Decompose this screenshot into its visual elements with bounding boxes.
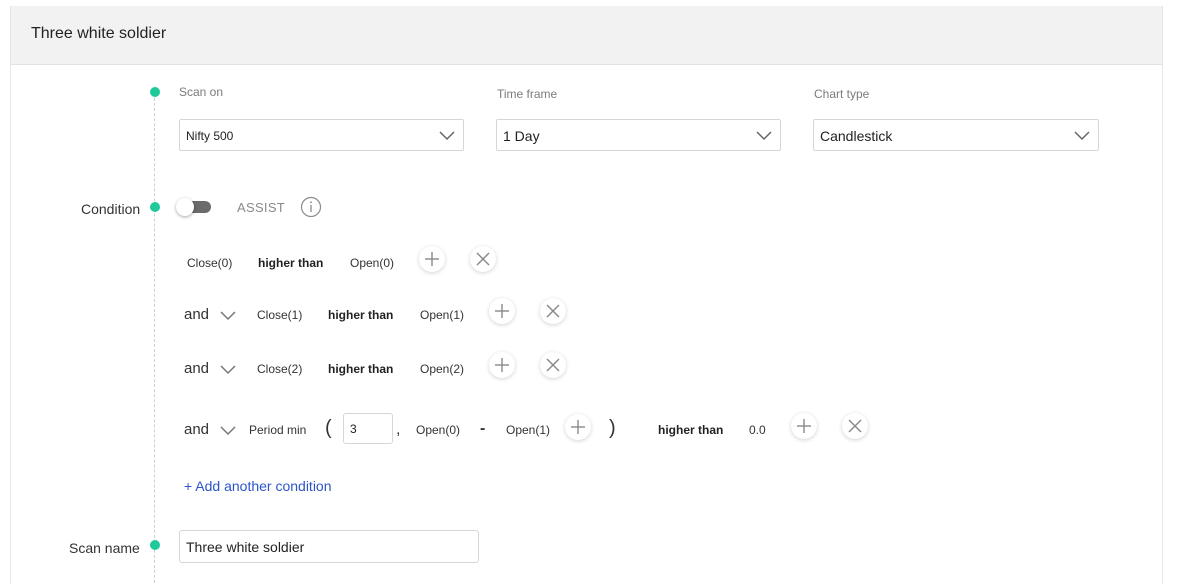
scan-title: Three white soldier xyxy=(31,25,167,42)
joiner-select[interactable]: and xyxy=(184,360,209,377)
remove-condition-button[interactable] xyxy=(842,413,868,439)
chevron-down-icon[interactable] xyxy=(220,363,236,375)
chevron-down-icon xyxy=(756,131,772,141)
panel-header: Three white soldier xyxy=(11,6,1162,65)
joiner-select[interactable]: and xyxy=(184,421,209,438)
close-icon xyxy=(848,419,862,433)
remove-condition-button[interactable] xyxy=(470,246,496,272)
add-term-button[interactable] xyxy=(791,413,817,439)
plus-icon xyxy=(495,358,509,372)
condition-operand[interactable]: Open(2) xyxy=(420,362,464,376)
period-input[interactable] xyxy=(343,413,393,444)
scan-on-select[interactable]: Nifty 500 xyxy=(179,119,464,151)
chevron-down-icon[interactable] xyxy=(220,424,236,436)
condition-operand[interactable]: Open(1) xyxy=(420,308,464,322)
timeline-line xyxy=(154,93,155,584)
add-term-button[interactable] xyxy=(489,352,515,378)
close-icon xyxy=(546,304,560,318)
chart-type-select[interactable]: Candlestick xyxy=(813,119,1099,151)
scan-on-value: Nifty 500 xyxy=(186,129,234,143)
plus-icon xyxy=(571,420,585,434)
timeline-dot-scan-name xyxy=(150,540,160,550)
timeline-dot-scan-on xyxy=(150,87,160,97)
function-name[interactable]: Period min xyxy=(249,423,306,437)
chevron-down-icon[interactable] xyxy=(220,309,236,321)
add-term-button[interactable] xyxy=(419,246,445,272)
joiner-select[interactable]: and xyxy=(184,306,209,323)
condition-operator[interactable]: higher than xyxy=(258,256,323,270)
comma-separator: , xyxy=(396,421,401,438)
scan-name-label: Scan name xyxy=(69,540,140,556)
plus-icon xyxy=(495,304,509,318)
condition-operand[interactable]: 0.0 xyxy=(749,423,766,437)
condition-operand[interactable]: Close(0) xyxy=(187,256,232,270)
condition-operator[interactable]: higher than xyxy=(328,362,393,376)
condition-operand[interactable]: Close(2) xyxy=(257,362,302,376)
condition-operator[interactable]: higher than xyxy=(658,423,723,437)
remove-condition-button[interactable] xyxy=(540,298,566,324)
add-term-button[interactable] xyxy=(565,414,591,440)
open-paren: ( xyxy=(325,417,332,439)
time-frame-value: 1 Day xyxy=(503,128,540,144)
plus-icon xyxy=(425,252,439,266)
add-condition-link[interactable]: + Add another condition xyxy=(184,478,332,494)
assist-label: ASSIST xyxy=(237,200,286,215)
scan-name-input[interactable] xyxy=(179,530,479,563)
time-frame-select[interactable]: 1 Day xyxy=(496,119,781,151)
plus-icon xyxy=(797,419,811,433)
info-icon[interactable] xyxy=(300,196,322,218)
timeline-dot-condition xyxy=(150,202,160,212)
toggle-knob xyxy=(176,198,194,216)
chart-type-value: Candlestick xyxy=(820,128,893,144)
condition-label: Condition xyxy=(81,201,141,217)
condition-operand[interactable]: Open(0) xyxy=(350,256,394,270)
scan-on-label: Scan on xyxy=(179,85,224,99)
condition-operand[interactable]: Open(0) xyxy=(416,423,460,437)
chevron-down-icon xyxy=(1074,131,1090,141)
close-icon xyxy=(476,252,490,266)
assist-toggle[interactable] xyxy=(176,198,212,216)
condition-operand[interactable]: Close(1) xyxy=(257,308,302,322)
chevron-down-icon xyxy=(439,131,455,141)
condition-operand[interactable]: Open(1) xyxy=(506,423,550,437)
chart-type-label: Chart type xyxy=(814,87,870,101)
close-paren: ) xyxy=(609,417,616,439)
condition-operator[interactable]: higher than xyxy=(328,308,393,322)
remove-condition-button[interactable] xyxy=(540,352,566,378)
time-frame-label: Time frame xyxy=(497,87,558,101)
close-icon xyxy=(546,358,560,372)
minus-operator[interactable]: - xyxy=(480,420,485,438)
add-term-button[interactable] xyxy=(489,298,515,324)
